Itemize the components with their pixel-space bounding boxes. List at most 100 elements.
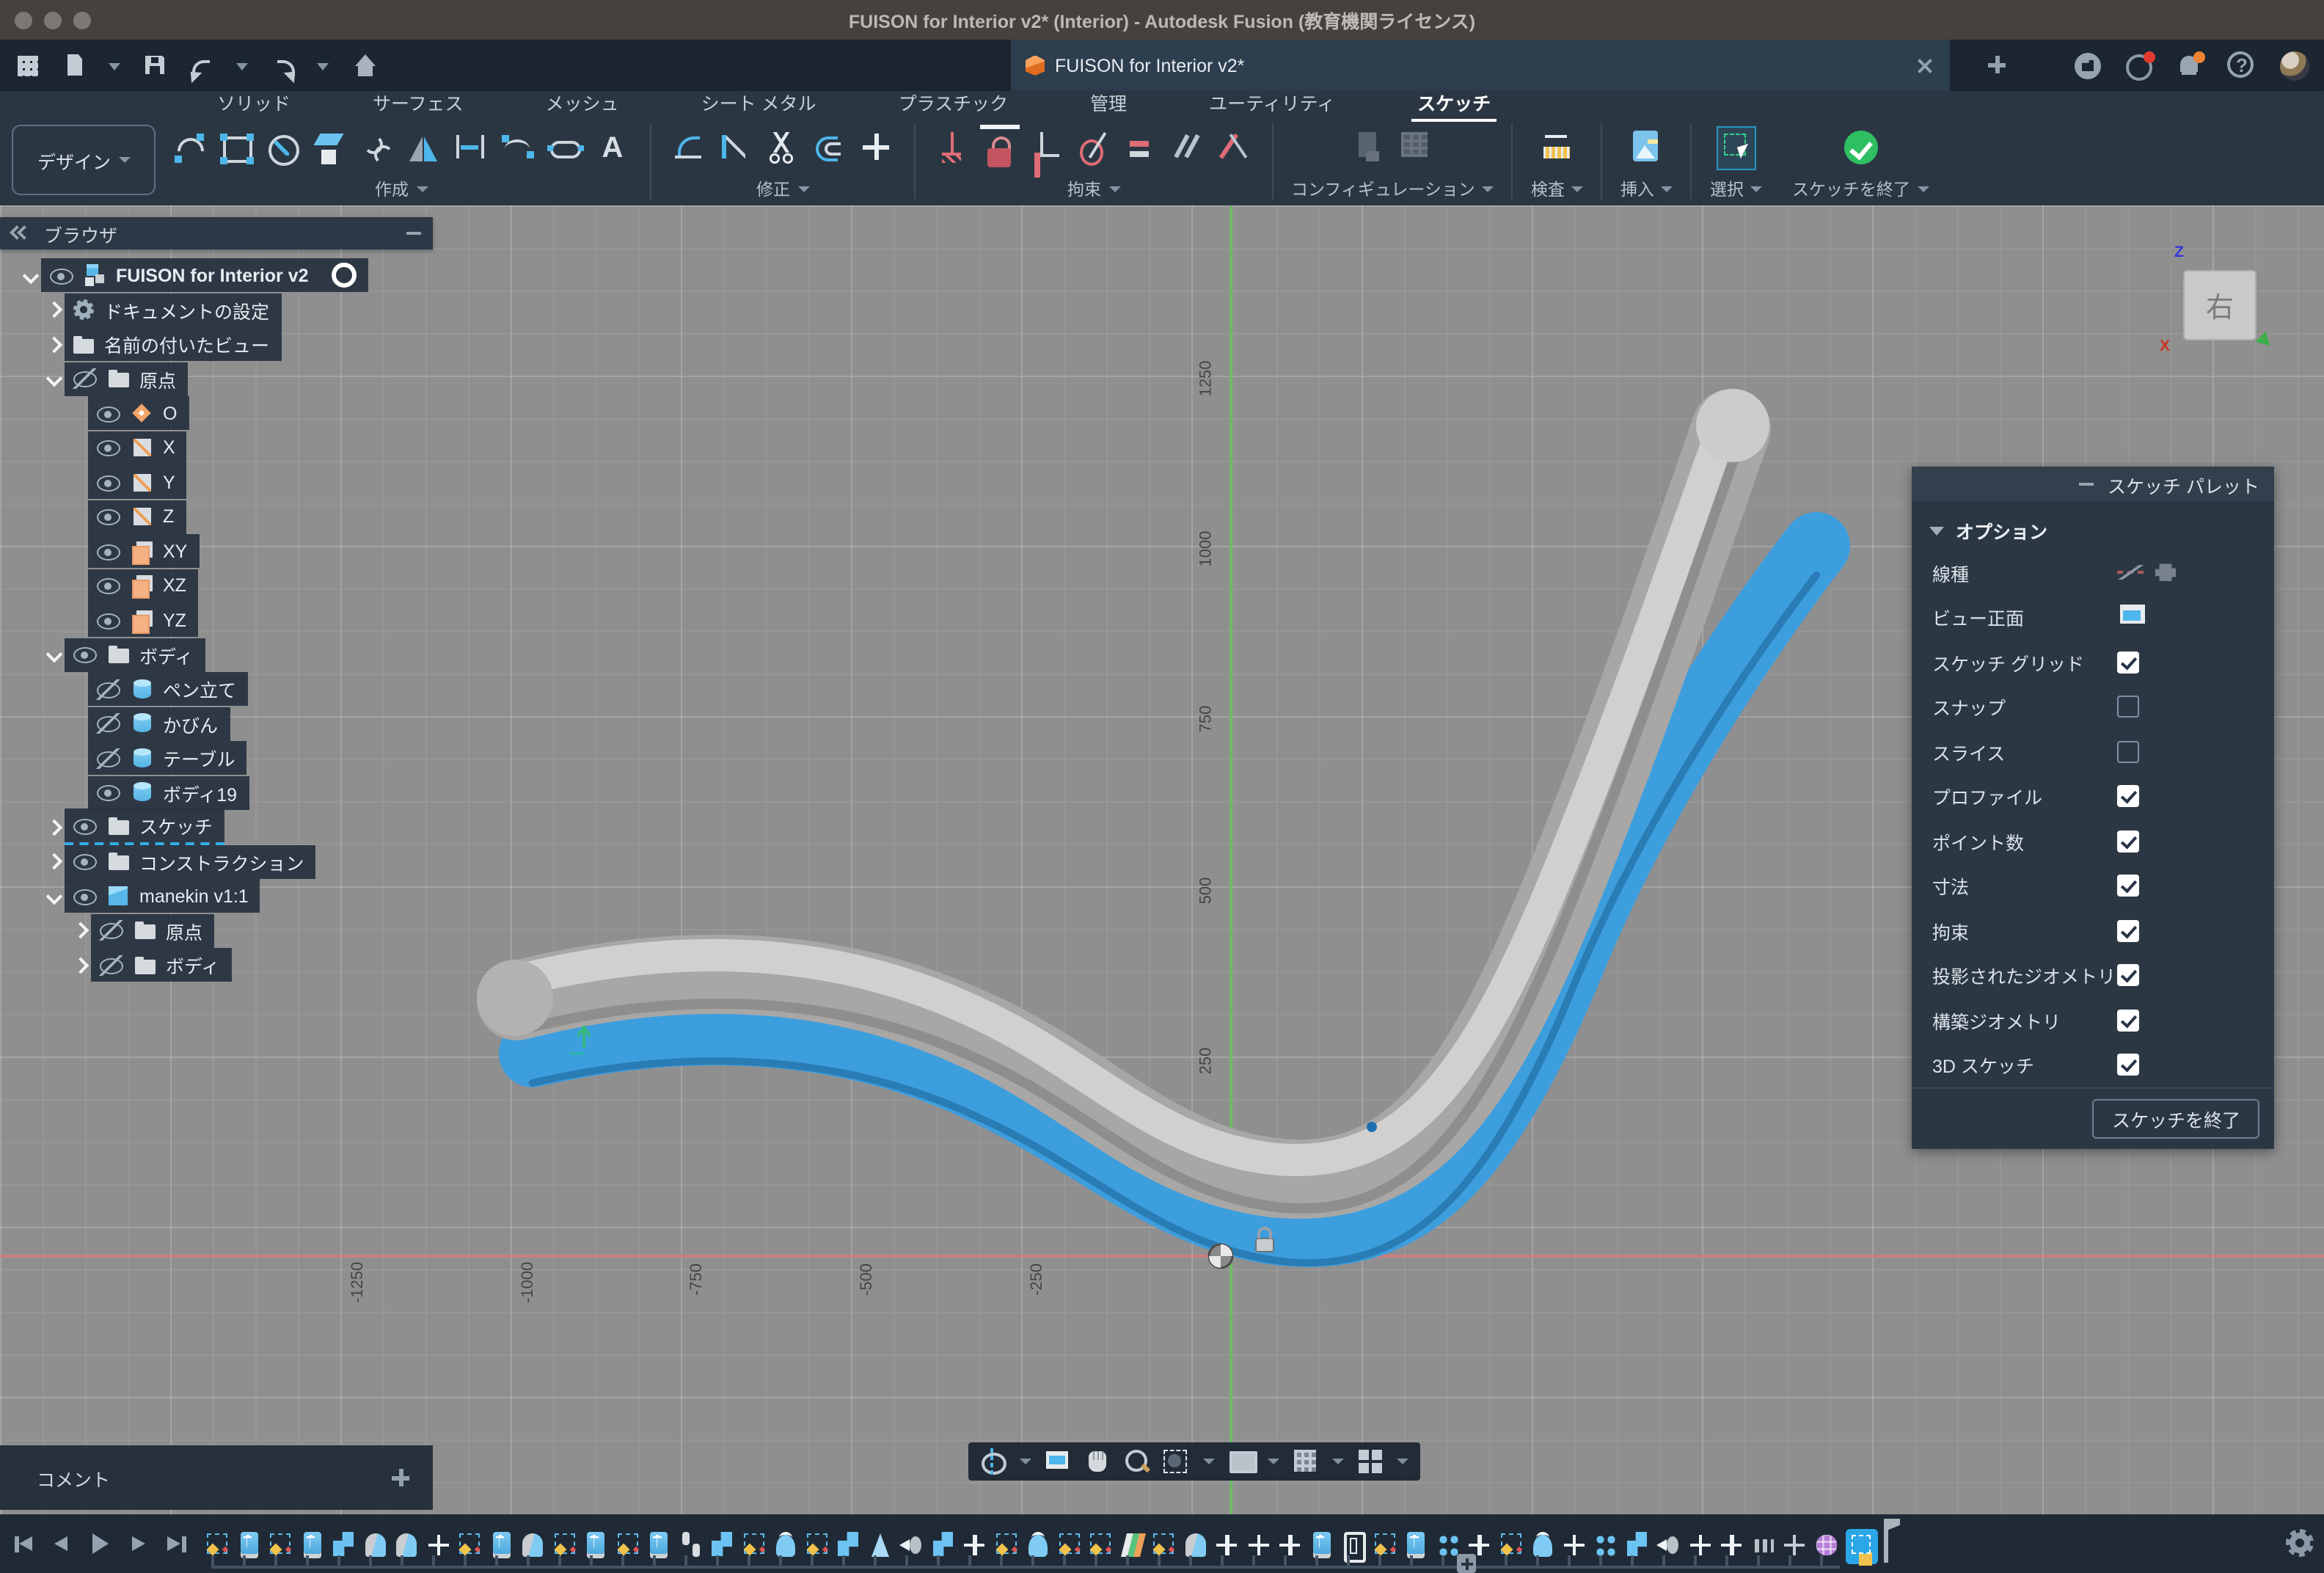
- help-icon[interactable]: ?: [2229, 52, 2255, 79]
- timeline-step-back-button[interactable]: [50, 1532, 73, 1555]
- expander-icon[interactable]: [21, 265, 41, 285]
- timeline-skip-start-button[interactable]: [12, 1532, 35, 1555]
- pan-icon[interactable]: [1084, 1448, 1111, 1475]
- grid-settings-caret-icon[interactable]: [1332, 1448, 1344, 1475]
- rectangle-tool-icon[interactable]: [217, 126, 257, 170]
- app-grid-icon[interactable]: [15, 52, 41, 79]
- visibility-eye-icon[interactable]: [98, 920, 125, 941]
- lock-constraint-icon[interactable]: [980, 124, 1020, 172]
- avatar[interactable]: [2280, 51, 2309, 80]
- visibility-eye-icon[interactable]: [95, 506, 122, 527]
- fix-constraint-icon[interactable]: [933, 126, 973, 170]
- offset-tool-icon[interactable]: [810, 126, 849, 170]
- expander-icon[interactable]: [70, 955, 91, 975]
- tab-plastic[interactable]: プラスチック: [858, 91, 1050, 119]
- tree-item-body-19[interactable]: ボディ19: [0, 775, 433, 809]
- file-caret-icon[interactable]: [109, 52, 122, 79]
- inspect-menu[interactable]: 検査: [1531, 178, 1584, 201]
- palette-row-control[interactable]: [2117, 965, 2139, 987]
- slot-tool-icon[interactable]: [546, 126, 585, 170]
- palette-row-control[interactable]: [2117, 605, 2185, 631]
- spline-tool-icon[interactable]: [358, 126, 398, 170]
- redo-caret-icon[interactable]: [317, 52, 330, 79]
- view-cube[interactable]: 右: [2183, 270, 2257, 340]
- finish-sketch-button[interactable]: スケッチを終了: [1792, 178, 1929, 201]
- tree-item-manekin-bodies[interactable]: ボディ: [0, 948, 433, 982]
- visibility-eye-icon[interactable]: [98, 955, 125, 975]
- mirror-tool-icon[interactable]: [405, 126, 445, 170]
- equal-constraint-icon[interactable]: [1121, 126, 1161, 170]
- palette-row-control[interactable]: [2117, 875, 2139, 897]
- new-tab-button[interactable]: [1985, 53, 2009, 76]
- workspace-selector[interactable]: デザイン: [12, 125, 156, 195]
- insert-image-icon[interactable]: [1627, 126, 1667, 170]
- timeline-playhead[interactable]: [1879, 1519, 1900, 1563]
- expander-icon[interactable]: [44, 299, 65, 320]
- expander-icon[interactable]: [70, 920, 91, 941]
- look-at-icon[interactable]: [1045, 1448, 1071, 1475]
- trim-tool-icon[interactable]: [763, 126, 803, 170]
- notifications-icon[interactable]: [2177, 52, 2204, 79]
- timeline-play-button[interactable]: [88, 1532, 112, 1555]
- visibility-eye-icon[interactable]: [95, 472, 122, 492]
- insert-menu[interactable]: 挿入: [1620, 178, 1673, 201]
- expander-icon[interactable]: [44, 334, 65, 354]
- symmetry-constraint-icon[interactable]: [1215, 126, 1254, 170]
- orbit-icon[interactable]: [980, 1448, 1006, 1475]
- tree-item-plane-yz[interactable]: YZ: [0, 603, 433, 637]
- minimize-panel-icon[interactable]: [406, 232, 421, 235]
- visibility-eye-icon[interactable]: [95, 679, 122, 699]
- tree-item-bodies-folder[interactable]: ボディ: [0, 638, 433, 671]
- tree-item-axis-z[interactable]: Z: [0, 500, 433, 533]
- timeline-position-marker[interactable]: [1457, 1554, 1476, 1573]
- collapse-panel-icon[interactable]: [12, 226, 29, 241]
- add-comment-icon[interactable]: [389, 1466, 412, 1489]
- visibility-eye-icon[interactable]: [95, 782, 122, 803]
- configuration-table-icon[interactable]: [1396, 126, 1436, 170]
- palette-row-control[interactable]: [2117, 920, 2139, 942]
- display-settings-icon[interactable]: [1228, 1448, 1254, 1475]
- select-tool-icon[interactable]: [1717, 126, 1756, 170]
- palette-header[interactable]: スケッチ パレット: [1912, 467, 2274, 503]
- horizontal-vertical-constraint-icon[interactable]: [1027, 126, 1067, 170]
- zoom-window-caret-icon[interactable]: [1203, 1448, 1215, 1475]
- save-icon[interactable]: [142, 52, 169, 79]
- visibility-eye-icon[interactable]: [72, 368, 98, 389]
- finish-sketch-button-palette[interactable]: スケッチを終了: [2093, 1099, 2259, 1139]
- close-tab-icon[interactable]: [1915, 55, 1935, 76]
- visibility-eye-icon[interactable]: [72, 851, 98, 872]
- dimension-tool-icon[interactable]: [452, 126, 492, 170]
- palette-row-control[interactable]: [2117, 741, 2139, 763]
- palette-row-control[interactable]: [2117, 786, 2139, 808]
- palette-row-control[interactable]: [2117, 1054, 2139, 1076]
- tree-item-document-settings[interactable]: ドキュメントの設定: [0, 293, 433, 326]
- tree-item-root[interactable]: FUISON for Interior v2: [0, 258, 433, 292]
- move-tool-icon[interactable]: [857, 126, 896, 170]
- timeline-track[interactable]: [211, 1555, 1840, 1569]
- window-controls[interactable]: [15, 12, 91, 29]
- tree-item-sketches-folder[interactable]: スケッチ: [0, 810, 433, 844]
- finish-sketch-icon[interactable]: [1841, 126, 1880, 170]
- visibility-eye-icon[interactable]: [72, 644, 98, 665]
- expander-icon[interactable]: [44, 886, 65, 906]
- visibility-eye-icon[interactable]: [95, 748, 122, 768]
- control-point-spline-tool-icon[interactable]: [499, 126, 538, 170]
- visibility-eye-icon[interactable]: [95, 575, 122, 596]
- grid-settings-icon[interactable]: [1293, 1448, 1319, 1475]
- undo-icon[interactable]: [189, 52, 216, 79]
- viewports-icon[interactable]: [1357, 1448, 1384, 1475]
- visibility-eye-icon[interactable]: [48, 265, 75, 285]
- tree-item-axis-y[interactable]: Y: [0, 465, 433, 499]
- timeline-settings-gear-icon[interactable]: [2286, 1529, 2314, 1557]
- tab-sheet-metal[interactable]: シート メタル: [660, 91, 858, 119]
- activate-component-radio[interactable]: [332, 263, 357, 288]
- configuration-menu[interactable]: コンフィギュレーション: [1291, 178, 1494, 201]
- expander-icon[interactable]: [44, 817, 65, 837]
- tree-item-construction-folder[interactable]: コンストラクション: [0, 844, 433, 878]
- display-settings-caret-icon[interactable]: [1268, 1448, 1279, 1475]
- home-icon[interactable]: [351, 52, 377, 79]
- tree-item-plane-xz[interactable]: XZ: [0, 569, 433, 602]
- tangent-constraint-icon[interactable]: [1074, 126, 1114, 170]
- constraints-menu[interactable]: 拘束: [1067, 178, 1120, 201]
- tree-item-named-views[interactable]: 名前の付いたビュー: [0, 327, 433, 361]
